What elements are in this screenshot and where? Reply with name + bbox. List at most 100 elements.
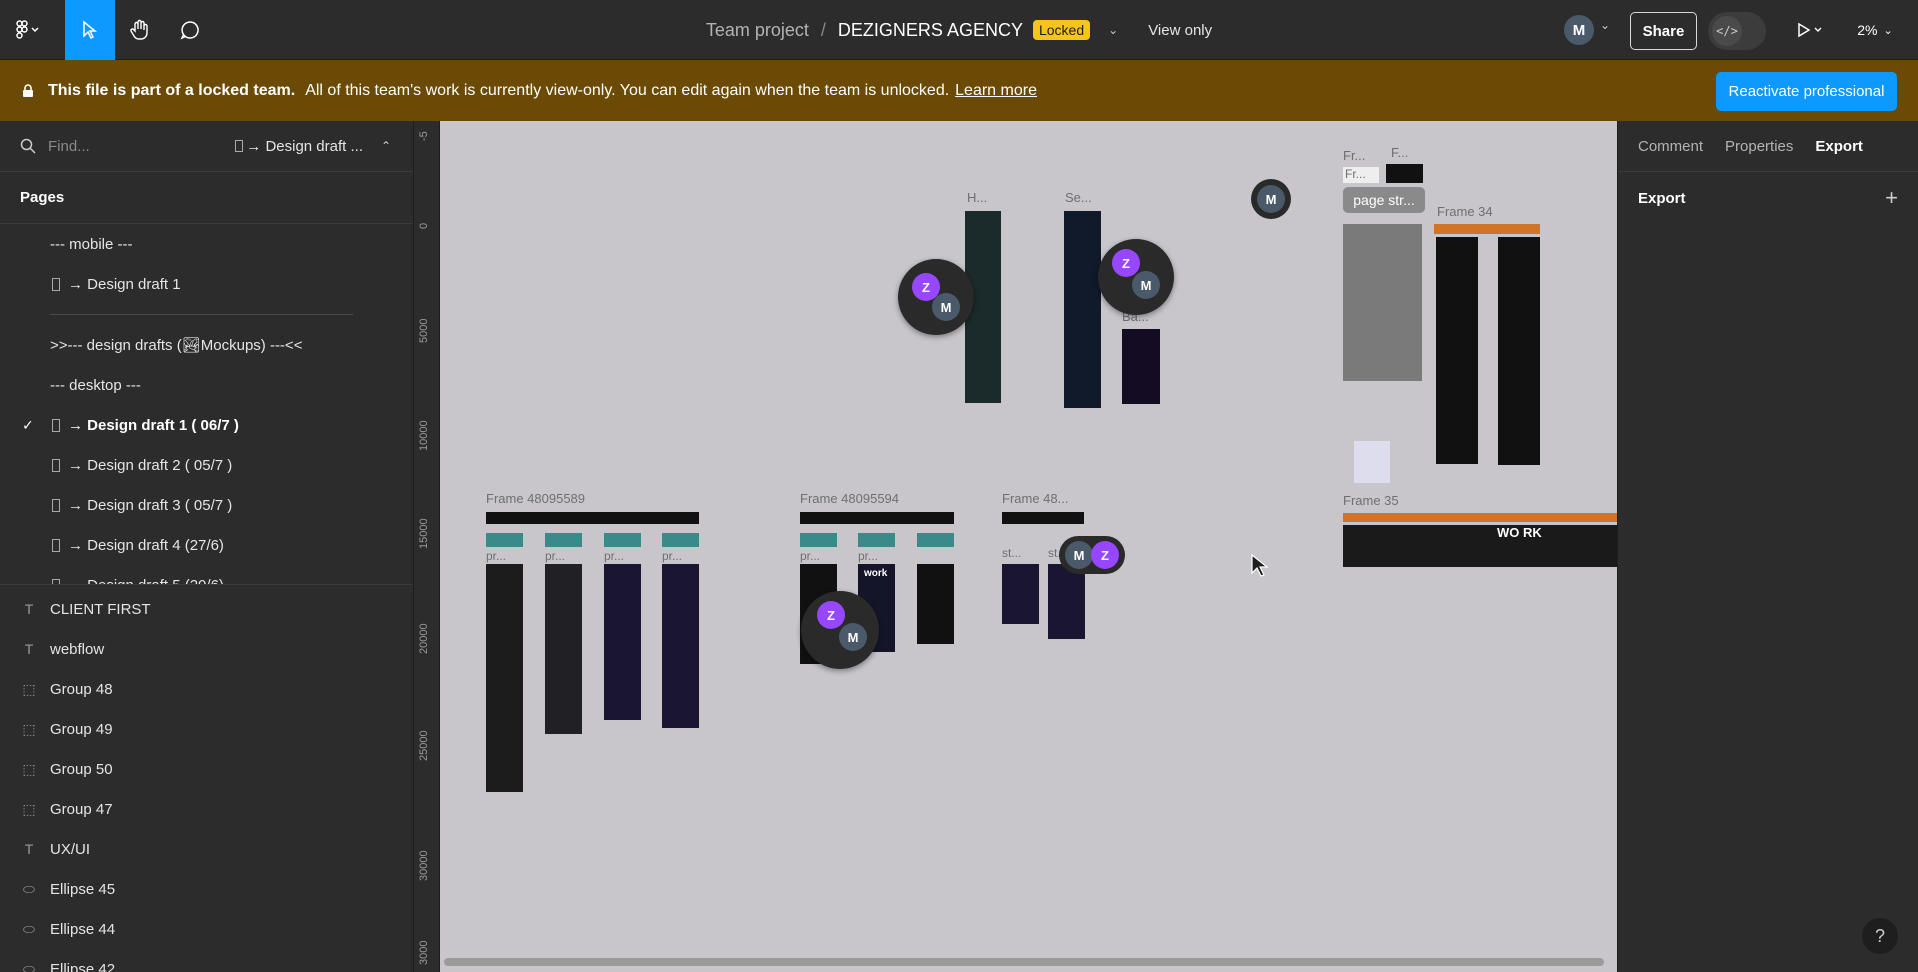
layer-item[interactable]: ⬚ Group 47 [0, 789, 413, 829]
main-menu-button[interactable] [0, 0, 56, 60]
collaborator-cursor: Z M [801, 591, 879, 669]
page-label: → Design draft 5 (20/6) [68, 576, 224, 585]
frame-thumbnail[interactable]: WO RK [1343, 525, 1617, 567]
toolbar: Team project / DEZIGNERS AGENCY Locked ⌄… [0, 0, 1918, 60]
page-item[interactable]: → Design draft 2 ( 05/7 ) [0, 445, 413, 485]
layer-item[interactable]: Twebflow [0, 629, 413, 669]
collaborator-cursor: Z M [1098, 239, 1174, 315]
chevron-down-icon[interactable]: ⌄ [1108, 23, 1118, 37]
dev-mode-toggle[interactable]: </> [1708, 12, 1766, 50]
layer-item[interactable]: ⬚ Group 48 [0, 669, 413, 709]
page-divider [50, 314, 353, 315]
page-item-selected[interactable]: ✓ → Design draft 1 ( 06/7 ) [0, 405, 413, 445]
frame-label: pr... [604, 549, 625, 563]
current-page-selector[interactable]: → Design draft ... [246, 138, 363, 155]
layer-item[interactable]: ⬚ Group 50 [0, 749, 413, 789]
search-icon [20, 138, 36, 154]
tab-export[interactable]: Export [1815, 138, 1863, 155]
horizontal-scrollbar[interactable] [444, 958, 1604, 966]
frame-thumbnail[interactable] [604, 564, 641, 720]
frame-label: pr... [486, 549, 507, 563]
collaborator-avatar: Z [1112, 249, 1140, 277]
file-name[interactable]: DEZIGNERS AGENCY [838, 20, 1023, 41]
collaborator-avatar: M [1132, 271, 1160, 299]
layer-label: Ellipse 42 [50, 960, 116, 972]
frame-label: Frame 48095589 [486, 491, 586, 506]
page-item[interactable]: → Design draft 1 [0, 264, 413, 304]
frame-thumbnail[interactable] [545, 564, 582, 734]
frame-thumbnail[interactable] [1002, 564, 1039, 624]
user-avatar[interactable]: M [1564, 15, 1594, 45]
figma-logo-icon [16, 20, 39, 39]
group-icon: ⬚ [22, 720, 36, 737]
export-heading: Export [1638, 189, 1686, 207]
ruler-tick: 5000 [418, 318, 430, 343]
frame-label: st... [1002, 546, 1022, 560]
collaborator-cursor: Z M [898, 259, 974, 335]
ruler-tick: 30000 [418, 850, 430, 881]
frame-header-bar [800, 512, 954, 524]
frame-thumbnail[interactable]: Fr... [1343, 167, 1379, 183]
frame-text: WO RK [1497, 525, 1542, 540]
frame-thumbnail[interactable] [1436, 237, 1478, 464]
chevron-down-icon[interactable]: ⌄ [1600, 18, 1610, 32]
ruler-tick: 25000 [418, 730, 430, 761]
tag [662, 533, 699, 547]
layer-item[interactable]: T CLIENT FIRST [0, 589, 413, 629]
page-item[interactable]: → Design draft 3 ( 05/7 ) [0, 485, 413, 525]
page-item[interactable]: → Design draft 4 (27/6) [0, 525, 413, 565]
layer-item[interactable]: ⬭ Ellipse 45 [0, 869, 413, 909]
layers-list: T CLIENT FIRST Twebflow ⬚ Group 48 ⬚ Group … [0, 585, 413, 972]
layer-label: Group 48 [50, 680, 113, 698]
layer-item[interactable]: ⬭ Ellipse 42 [0, 949, 413, 972]
frame-thumbnail[interactable] [1386, 164, 1423, 183]
reactivate-professional-button[interactable]: Reactivate professional [1716, 72, 1897, 111]
pages-list: --- mobile --- → Design draft 1 >>--- de… [0, 224, 413, 585]
frame-thumbnail[interactable] [1064, 211, 1101, 408]
design-canvas[interactable]: -5 0 5000 10000 15000 20000 25000 30000 … [414, 121, 1617, 972]
present-button[interactable] [1790, 0, 1830, 60]
project-breadcrumb[interactable]: Team project [706, 20, 809, 41]
share-button[interactable]: Share [1630, 12, 1697, 50]
help-button[interactable]: ? [1862, 918, 1898, 954]
lock-icon [23, 83, 33, 97]
frame-label: pr... [545, 549, 566, 563]
frame-thumbnail[interactable] [1343, 224, 1422, 381]
layer-item[interactable]: ⬭ Ellipse 44 [0, 909, 413, 949]
frame-label: Se... [1065, 190, 1092, 205]
frame-thumbnail[interactable] [917, 564, 954, 644]
page-item[interactable]: >>--- design drafts (🏞Mockups) ---<< [0, 325, 413, 365]
page-item[interactable]: --- mobile --- [0, 224, 413, 264]
layer-label: Ellipse 45 [50, 880, 116, 898]
comment-tool-button[interactable] [165, 0, 215, 60]
chevron-up-icon[interactable]: ⌃ [381, 139, 391, 153]
move-tool-button[interactable] [65, 0, 115, 60]
frame-header-bar [486, 512, 699, 524]
tag [486, 533, 523, 547]
frame-thumbnail[interactable] [662, 564, 699, 728]
frame-thumbnail[interactable] [1122, 329, 1160, 404]
ruler-tick: 20000 [418, 623, 430, 654]
page-item[interactable]: → Design draft 5 (20/6) [0, 565, 413, 585]
learn-more-link[interactable]: Learn more [955, 82, 1037, 100]
group-icon: ⬚ [22, 760, 36, 777]
tab-comment[interactable]: Comment [1638, 138, 1703, 155]
frame-thumbnail[interactable] [1498, 237, 1540, 465]
ruler-tick: -5 [418, 131, 430, 141]
find-bar: Find... → Design draft ... ⌃ [0, 121, 413, 172]
layer-item[interactable]: T UX/UI [0, 829, 413, 869]
add-export-icon[interactable]: + [1885, 185, 1898, 211]
zoom-menu[interactable]: 2% ⌄ [1850, 0, 1900, 60]
frame-thumbnail[interactable] [1048, 564, 1085, 639]
layer-label: Group 47 [50, 800, 113, 818]
pages-header: Pages [0, 172, 413, 224]
page-item[interactable]: --- desktop --- [0, 365, 413, 405]
frame-thumbnail[interactable] [1354, 441, 1390, 483]
tag [800, 533, 837, 547]
layer-item[interactable]: ⬚ Group 49 [0, 709, 413, 749]
ellipse-icon: ⬭ [23, 960, 35, 972]
frame-thumbnail[interactable] [486, 564, 523, 792]
search-input[interactable]: Find... [48, 138, 90, 155]
hand-tool-button[interactable] [115, 0, 165, 60]
tab-properties[interactable]: Properties [1725, 138, 1793, 155]
